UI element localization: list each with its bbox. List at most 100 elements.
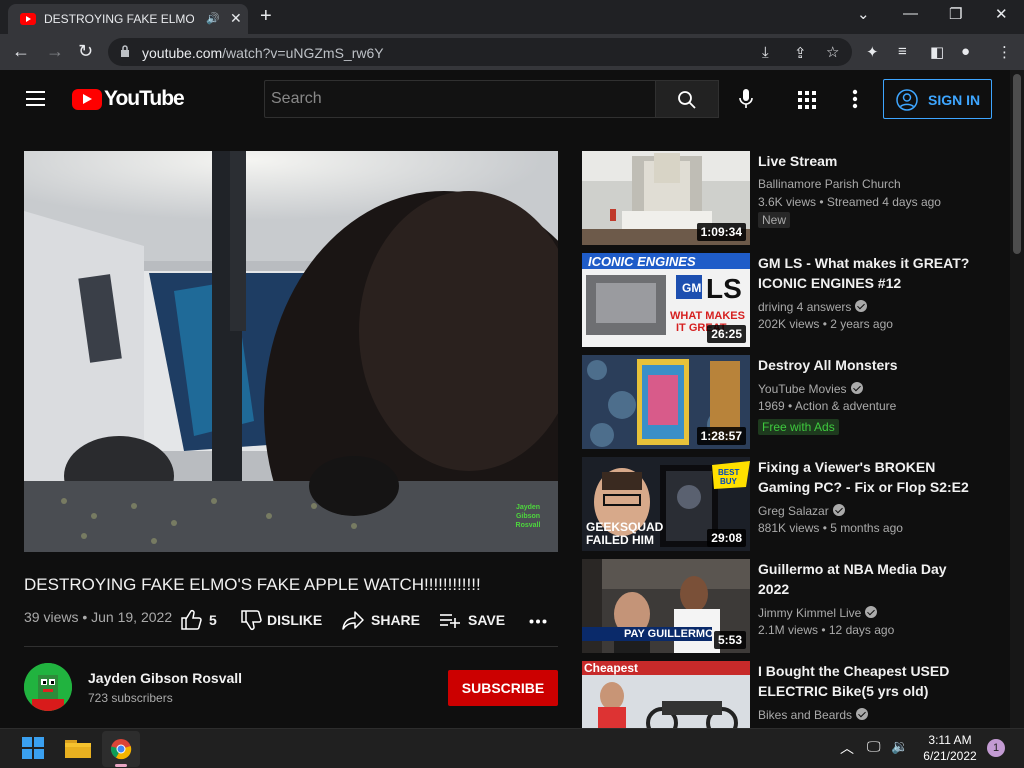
video-player[interactable]: Jayden Gibson Rosvall	[24, 151, 558, 552]
restore-icon[interactable]: ❐	[949, 5, 962, 23]
channel-avatar[interactable]	[24, 663, 72, 711]
video-frame	[24, 151, 558, 552]
video-duration: 5:53	[713, 631, 746, 649]
recommendation-channel[interactable]: Ballinamore Parish Church	[758, 177, 901, 191]
recommendation-channel[interactable]: Jimmy Kimmel Live	[758, 605, 878, 620]
settings-more-icon[interactable]	[852, 89, 858, 109]
recommendation-item[interactable]: GM LS WHAT MAKES IT GREAT ICONIC ENGINES…	[582, 253, 992, 347]
show-hidden-icons-chevron-icon[interactable]: ︿	[840, 738, 854, 758]
volume-icon[interactable]: 🔉	[891, 738, 908, 755]
channel-avatar-image	[24, 663, 72, 711]
watermark-text: Jayden Gibson Rosvall	[515, 504, 541, 529]
share-page-icon[interactable]: ⇪	[794, 44, 807, 62]
close-window-icon[interactable]: ✕	[995, 5, 1008, 23]
recommendation-item[interactable]: Cheapest I Bought the Cheapest USED ELEC…	[582, 661, 992, 728]
extensions-icon[interactable]: ✦	[866, 43, 879, 61]
bookmark-star-icon[interactable]: ☆	[826, 43, 839, 61]
recommendation-title[interactable]: Guillermo at NBA Media Day 2022	[758, 559, 978, 599]
notification-badge[interactable]: 1	[987, 739, 1005, 757]
thumbnail-caption: Cheapest	[584, 661, 639, 675]
system-clock[interactable]: 3:11 AM 6/21/2022	[918, 732, 982, 764]
recommendation-thumbnail[interactable]: 1:09:34	[582, 151, 750, 245]
voice-search-button[interactable]	[730, 83, 762, 115]
recommendation-thumbnail[interactable]: Cheapest	[582, 661, 750, 728]
recommendation-item[interactable]: 1:09:34 Live Stream Ballinamore Parish C…	[582, 151, 992, 245]
new-tab-icon[interactable]: +	[260, 5, 272, 28]
channel-name[interactable]: Jayden Gibson Rosvall	[88, 670, 242, 686]
guide-menu-icon[interactable]	[26, 91, 45, 106]
subscriber-count: 723 subscribers	[88, 691, 173, 705]
recommendation-thumbnail[interactable]: BEST BUY GEEKSQUAD FAILED HIM 29:08	[582, 457, 750, 551]
recommendation-thumbnail[interactable]: GM LS WHAT MAKES IT GREAT ICONIC ENGINES…	[582, 253, 750, 347]
windows-start-icon[interactable]	[22, 737, 44, 759]
recommendation-channel[interactable]: YouTube Movies	[758, 381, 863, 396]
recommendation-meta: 2.1M views • 12 days ago	[758, 623, 895, 637]
svg-text:GM: GM	[682, 281, 701, 295]
recommendation-item[interactable]: PAY GUILLERMO $ 5:53 Guillermo at NBA Me…	[582, 559, 992, 653]
verified-check-icon	[832, 504, 845, 516]
recommendation-thumbnail[interactable]: 1:28:57	[582, 355, 750, 449]
forward-icon[interactable]: →	[46, 41, 64, 62]
recommendation-title[interactable]: Live Stream	[758, 151, 978, 171]
recommendation-channel[interactable]: Bikes and Beards	[758, 707, 869, 722]
channel-name-text: Jimmy Kimmel Live	[758, 606, 862, 620]
section-divider	[24, 646, 558, 647]
recommendation-title[interactable]: Destroy All Monsters	[758, 355, 978, 375]
video-title: DESTROYING FAKE ELMO'S FAKE APPLE WATCH!…	[24, 575, 481, 594]
minimize-icon[interactable]: —	[903, 5, 918, 22]
sign-in-label: SIGN IN	[928, 92, 981, 108]
recommendation-title[interactable]: GM LS - What makes it GREAT? ICONIC ENGI…	[758, 253, 978, 293]
audio-playing-icon[interactable]: 🔊	[206, 12, 220, 25]
page-scrollbar[interactable]	[1010, 70, 1024, 728]
recommendation-title[interactable]: Fixing a Viewer's BROKEN Gaming PC? - Fi…	[758, 457, 978, 497]
recommendation-thumbnail[interactable]: PAY GUILLERMO $ 5:53	[582, 559, 750, 653]
browser-tab-bar: DESTROYING FAKE ELMO'S FAKE APPLE WATCH!…	[0, 0, 1024, 34]
recommendation-item[interactable]: BEST BUY GEEKSQUAD FAILED HIM 29:08 Fixi…	[582, 457, 992, 551]
chrome-taskbar-button[interactable]	[102, 731, 140, 767]
subscribe-button[interactable]: SUBSCRIBE	[448, 670, 558, 706]
chrome-icon	[110, 739, 132, 760]
side-panel-icon[interactable]: ◧	[930, 43, 944, 61]
video-duration: 29:08	[707, 529, 746, 547]
back-icon[interactable]: ←	[12, 41, 30, 62]
reload-icon[interactable]: ↻	[78, 41, 93, 62]
verified-check-icon	[856, 708, 869, 720]
youtube-logo-text[interactable]: YouTube	[104, 87, 185, 111]
sign-in-button[interactable]: SIGN IN	[883, 79, 992, 119]
profile-icon[interactable]: ●	[961, 43, 970, 60]
clock-time: 3:11 AM	[928, 733, 972, 747]
video-duration: 1:09:34	[696, 223, 746, 241]
windows-taskbar: ︿ 🖵 🔉 3:11 AM 6/21/2022 1	[0, 728, 1024, 768]
browser-tab[interactable]: DESTROYING FAKE ELMO'S FAKE APPLE WATCH!…	[8, 4, 248, 34]
thumbnail-caption: PAY GUILLERMO $	[582, 627, 712, 641]
account-icon	[896, 89, 918, 111]
file-explorer-icon[interactable]	[65, 738, 91, 758]
address-bar[interactable]: youtube.com/watch?v=uNGZmS_rw6Y ⤓ ⇪ ☆	[108, 38, 852, 66]
recommendation-channel[interactable]: driving 4 answers	[758, 299, 868, 314]
install-app-icon[interactable]: ⤓	[762, 44, 769, 61]
network-icon[interactable]: 🖵	[867, 738, 881, 755]
svg-text:BUY: BUY	[720, 477, 738, 486]
svg-text:WHAT MAKES: WHAT MAKES	[670, 310, 745, 322]
search-input[interactable]	[265, 81, 655, 117]
scrollbar-thumb[interactable]	[1013, 74, 1021, 254]
youtube-logo-icon[interactable]	[72, 89, 102, 110]
like-count: 5	[209, 612, 217, 628]
browser-toolbar: ← → ↻ youtube.com/watch?v=uNGZmS_rw6Y ⤓ …	[0, 34, 1024, 70]
media-control-icon[interactable]: ≡	[898, 43, 907, 60]
thumbs-up-icon	[181, 609, 202, 630]
more-actions-icon[interactable]	[529, 619, 547, 624]
recommendation-channel[interactable]: Greg Salazar	[758, 503, 845, 518]
tab-title: DESTROYING FAKE ELMO'S FAKE APPLE WATCH!…	[44, 12, 194, 26]
youtube-favicon-icon	[20, 13, 36, 25]
recommendation-title[interactable]: I Bought the Cheapest USED ELECTRIC Bike…	[758, 661, 978, 701]
search-button[interactable]	[655, 80, 719, 118]
recommendation-item[interactable]: 1:28:57 Destroy All Monsters YouTube Mov…	[582, 355, 992, 449]
url-domain: youtube.com	[142, 45, 223, 61]
tab-search-chevron-icon[interactable]: ⌄	[857, 5, 870, 23]
recommendation-meta: 3.6K views • Streamed 4 days ago	[758, 195, 941, 209]
close-tab-icon[interactable]: ✕	[230, 10, 242, 27]
url-text: youtube.com/watch?v=uNGZmS_rw6Y	[142, 45, 384, 61]
apps-grid-icon[interactable]	[798, 91, 816, 109]
chrome-menu-icon[interactable]: ⋮	[997, 43, 1012, 61]
